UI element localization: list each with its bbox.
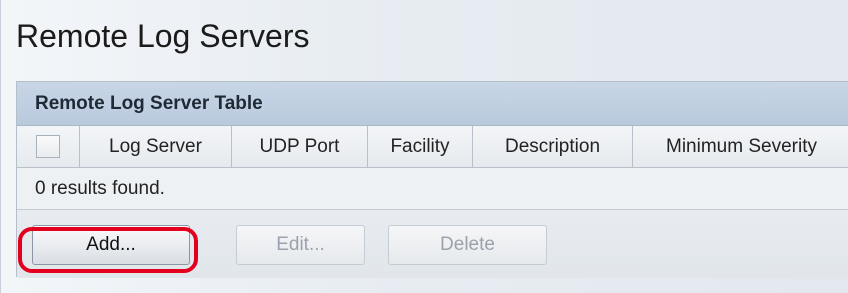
page-title: Remote Log Servers [16, 18, 310, 54]
page-frame: Remote Log Servers Remote Log Server Tab… [0, 0, 848, 293]
button-row: Add... Edit... Delete [17, 210, 848, 278]
column-description[interactable]: Description [473, 126, 633, 167]
results-row: 0 results found. [17, 168, 848, 210]
add-button[interactable]: Add... [32, 225, 190, 265]
results-count-text: 0 results found. [35, 178, 165, 199]
column-log-server[interactable]: Log Server [80, 126, 232, 167]
table-header: Remote Log Server Table [17, 82, 848, 126]
remote-log-server-table: Remote Log Server Table Log Server UDP P… [16, 81, 848, 278]
select-all-column [17, 126, 80, 167]
column-facility[interactable]: Facility [368, 126, 473, 167]
delete-button[interactable]: Delete [388, 225, 547, 265]
edit-button[interactable]: Edit... [236, 225, 365, 265]
column-minimum-severity[interactable]: Minimum Severity [633, 126, 848, 167]
column-header-row: Log Server UDP Port Facility Description… [17, 126, 848, 168]
column-udp-port[interactable]: UDP Port [232, 126, 368, 167]
table-title: Remote Log Server Table [35, 93, 263, 114]
select-all-checkbox[interactable] [36, 135, 60, 158]
